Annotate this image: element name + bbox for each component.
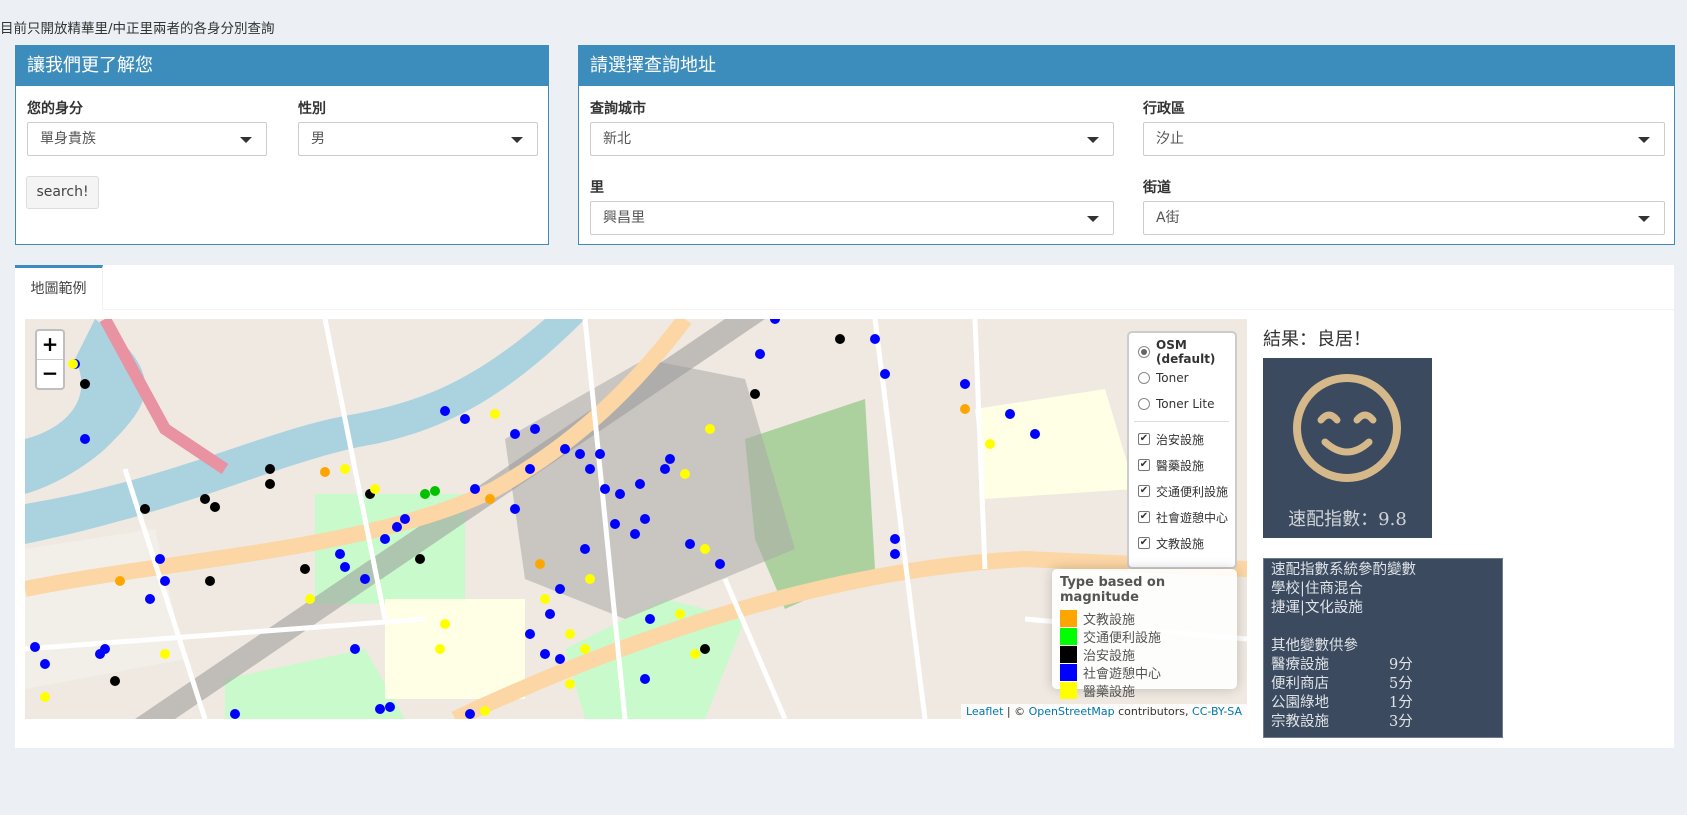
district-value: 汐止	[1156, 131, 1184, 147]
legend-item: 治安設施	[1060, 645, 1229, 664]
radio-icon[interactable]	[1138, 372, 1150, 384]
leaflet-link[interactable]: Leaflet	[966, 705, 1003, 718]
gender-value: 男	[311, 131, 325, 147]
other-variables-heading: 其他變數供參	[1271, 638, 1358, 654]
license-link[interactable]: CC-BY-SA	[1192, 705, 1242, 718]
legend-swatch	[1060, 663, 1077, 681]
overlay-security[interactable]: ✔ 治安設施	[1138, 426, 1235, 452]
zoom-out-button[interactable]: −	[37, 360, 63, 388]
notice-text: 目前只開放精華里/中正里兩者的各身分別查詢	[0, 21, 275, 37]
variables-heading: 速配指數系統參酌變數	[1271, 562, 1416, 578]
legend-item: 交通便利設施	[1060, 627, 1229, 646]
variable-item: 捷運|文化設施	[1271, 600, 1363, 616]
search-button[interactable]: search!	[26, 176, 99, 209]
gender-select[interactable]: 男	[298, 122, 538, 156]
match-score: 速配指數：9.8	[1288, 509, 1407, 530]
overlay-medical[interactable]: ✔ 醫藥設施	[1138, 452, 1235, 478]
zoom-control: + −	[35, 329, 65, 390]
checkbox-checked-icon[interactable]: ✔	[1138, 511, 1150, 523]
city-value: 新北	[603, 131, 631, 147]
overlay-transport[interactable]: ✔ 交通便利設施	[1138, 478, 1235, 504]
result-title: 結果：良居！	[1263, 329, 1371, 350]
legend-swatch	[1060, 609, 1077, 627]
address-box: 請選擇查詢地址 查詢城市 新北 行政區 汐止 里 興昌里 街道 A街	[578, 45, 1675, 245]
radio-icon[interactable]	[1138, 398, 1150, 410]
other-variable-row: 宗教設施 3分	[1271, 714, 1413, 730]
checkbox-checked-icon[interactable]: ✔	[1138, 459, 1150, 471]
chevron-down-icon	[1638, 137, 1650, 143]
tab-map-example[interactable]: 地圖範例	[15, 265, 103, 310]
chevron-down-icon	[240, 137, 252, 143]
checkbox-checked-icon[interactable]: ✔	[1138, 537, 1150, 549]
street-value: A街	[1156, 210, 1180, 226]
other-variable-row: 便利商店 5分	[1271, 676, 1413, 692]
legend-swatch	[1060, 681, 1077, 699]
legend-swatch	[1060, 627, 1077, 645]
other-variable-row: 公園綠地 1分	[1271, 695, 1413, 711]
map-legend: Type based on magnitude 文教設施 交通便利設施 治安設施…	[1052, 569, 1237, 700]
district-label: 行政區	[1143, 101, 1185, 117]
chevron-down-icon	[1638, 216, 1650, 222]
chevron-down-icon	[511, 137, 523, 143]
smiley-face-icon	[1293, 374, 1401, 482]
legend-title: Type based on magnitude	[1060, 575, 1166, 605]
village-label: 里	[590, 180, 604, 196]
tab-bar: 地圖範例	[15, 265, 1674, 310]
legend-item: 社會遊憩中心	[1060, 663, 1229, 682]
city-label: 查詢城市	[590, 101, 646, 117]
village-value: 興昌里	[603, 210, 645, 226]
village-select[interactable]: 興昌里	[590, 201, 1114, 235]
map-view[interactable]: + − OSM (default) Toner Toner Lite ✔ 治安設施…	[25, 319, 1247, 719]
variables-card: 速配指數系統參酌變數 學校|住商混合 捷運|文化設施 其他變數供參 醫療設施 9分…	[1263, 558, 1503, 738]
legend-item: 文教設施	[1060, 609, 1229, 628]
other-variable-row: 醫療設施 9分	[1271, 657, 1413, 673]
gender-label: 性別	[298, 101, 326, 117]
profile-box-title: 讓我們更了解您	[16, 46, 548, 86]
identity-value: 單身貴族	[40, 131, 96, 147]
district-select[interactable]: 汐止	[1143, 122, 1665, 156]
city-select[interactable]: 新北	[590, 122, 1114, 156]
profile-box: 讓我們更了解您 您的身分 單身貴族 性別 男 search!	[15, 45, 549, 245]
overlay-recreation[interactable]: ✔ 社會遊憩中心	[1138, 504, 1235, 530]
result-face-card: 速配指數：9.8	[1263, 358, 1432, 538]
base-layer-toner-lite[interactable]: Toner Lite	[1138, 391, 1235, 417]
osm-link[interactable]: OpenStreetMap	[1029, 705, 1115, 718]
street-select[interactable]: A街	[1143, 201, 1665, 235]
map-attribution: Leaflet | © OpenStreetMap contributors, …	[960, 704, 1247, 719]
layer-divider	[1134, 421, 1229, 422]
variable-item: 學校|住商混合	[1271, 581, 1363, 597]
zoom-in-button[interactable]: +	[37, 331, 63, 359]
address-box-title: 請選擇查詢地址	[579, 46, 1674, 86]
legend-swatch	[1060, 645, 1077, 663]
checkbox-checked-icon[interactable]: ✔	[1138, 433, 1150, 445]
base-layer-osm[interactable]: OSM (default)	[1138, 338, 1235, 366]
chevron-down-icon	[1087, 216, 1099, 222]
radio-selected-icon[interactable]	[1138, 346, 1150, 358]
identity-select[interactable]: 單身貴族	[27, 122, 267, 156]
identity-label: 您的身分	[27, 101, 83, 117]
chevron-down-icon	[1087, 137, 1099, 143]
overlay-education[interactable]: ✔ 文教設施	[1138, 530, 1235, 556]
checkbox-checked-icon[interactable]: ✔	[1138, 485, 1150, 497]
layer-control: OSM (default) Toner Toner Lite ✔ 治安設施 ✔ 醫藥…	[1127, 331, 1237, 569]
street-label: 街道	[1143, 180, 1171, 196]
base-layer-toner[interactable]: Toner	[1138, 365, 1235, 391]
legend-item: 醫藥設施	[1060, 681, 1229, 700]
